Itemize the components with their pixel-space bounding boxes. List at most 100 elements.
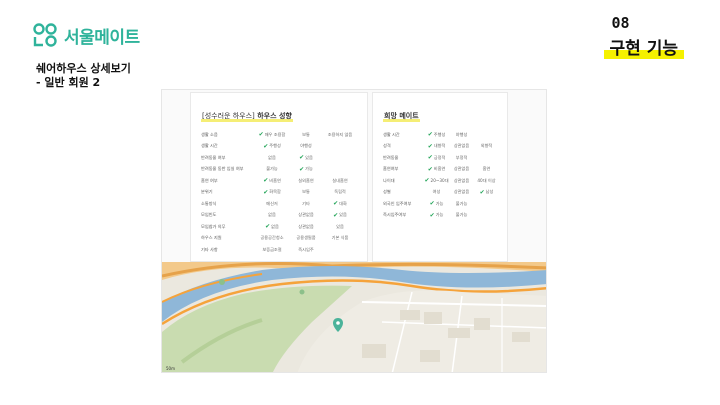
- check-icon: ✔: [299, 165, 305, 173]
- mate-pref-row: 생활 시간 ✔ 주행성 야행성: [383, 129, 499, 141]
- house-trait-option: ✔ 가능: [299, 165, 313, 173]
- mate-pref-option: 외향적: [480, 143, 493, 149]
- house-trait-row: 분위기 ✔ 화목함 보통 독립적: [201, 187, 359, 199]
- check-icon: ✔: [263, 188, 269, 196]
- house-trait-option: 독립적: [334, 189, 346, 195]
- check-icon: ✔: [427, 165, 433, 173]
- house-trait-option: 야행성: [300, 143, 312, 149]
- mate-pref-row: 즉시입주여부 ✔ 가능 불가능: [383, 210, 499, 222]
- mate-pref-row-label: 외국인 입주여부: [383, 200, 412, 206]
- mate-pref-option: 상관없음: [453, 189, 470, 195]
- mate-pref-row-label: 반려동물: [383, 154, 399, 160]
- check-icon: ✔: [333, 200, 339, 208]
- mate-pref-option: 상관없음: [453, 143, 470, 149]
- mate-pref-row: 성별 여성 상관없음 ✔ 남성: [383, 187, 499, 199]
- mate-pref-option: ✔ 남성: [479, 188, 494, 196]
- mate-pref-row-label: 성별: [383, 189, 391, 195]
- brand-name: 서울메이트: [64, 27, 140, 48]
- check-icon: ✔: [333, 211, 339, 219]
- house-trait-option: ✔ 대화: [333, 200, 347, 208]
- house-trait-option: ✔ 비흡연: [263, 177, 281, 185]
- check-icon: ✔: [427, 154, 433, 162]
- house-trait-option: 즉시입주: [298, 246, 314, 252]
- check-icon: ✔: [427, 142, 433, 150]
- house-trait-option: 보통: [302, 131, 310, 137]
- house-trait-row-label: 반려동물 동반 입실 여부: [201, 166, 244, 172]
- house-trait-option: 상관없음: [298, 212, 314, 218]
- house-trait-row-label: 분위기: [201, 189, 213, 195]
- page-heading: 쉐어하우스 상세보기 - 일반 회원 2: [36, 62, 131, 90]
- mate-pref-row: 반려동물 ✔ 긍정적 부정적: [383, 152, 499, 164]
- page-subtitle: - 일반 회원 2: [36, 76, 101, 89]
- check-icon: ✔: [424, 177, 430, 185]
- mate-pref-row-label: 성격: [383, 143, 391, 149]
- location-map[interactable]: 50m: [162, 262, 546, 372]
- house-trait-row: 흡연 여부 ✔ 비흡연 실외흡연 실내흡연: [201, 175, 359, 187]
- house-trait-panel: [성수러운 하우스] 하우스 성향 생활 소음 ✔ 매우 조용함 보통 조용하지 않음 생…: [190, 92, 368, 262]
- check-icon: ✔: [429, 211, 435, 219]
- check-icon: ✔: [429, 200, 435, 208]
- house-trait-list: 생활 소음 ✔ 매우 조용함 보통 조용하지 않음 생활 시간 ✔ 주행성 야행성 반려동물 여부…: [201, 129, 359, 256]
- house-trait-row-label: 모임참가 의무: [201, 223, 226, 229]
- mate-pref-option: 불가능: [455, 212, 468, 218]
- house-trait-row: 소통방식 메신저 기타 ✔ 대화: [201, 198, 359, 210]
- house-panel-heading: 하우스 성향: [254, 112, 292, 120]
- house-trait-option: 기본 식품: [331, 235, 349, 241]
- check-icon: ✔: [479, 188, 485, 196]
- house-trait-row-label: 소통방식: [201, 200, 217, 206]
- brand-logo: 서울메이트: [32, 22, 140, 48]
- check-icon: ✔: [263, 177, 269, 185]
- logo-mark-icon: [33, 23, 57, 47]
- house-trait-option: 있음: [336, 223, 344, 229]
- house-trait-option: ✔ 없음: [265, 223, 279, 231]
- mate-pref-row-label: 나이대: [383, 177, 395, 183]
- mate-pref-row-label: 흡연여부: [383, 166, 399, 172]
- screenshot-frame: [성수러운 하우스] 하우스 성향 생활 소음 ✔ 매우 조용함 보통 조용하지 않음 생…: [161, 89, 547, 373]
- house-trait-option: 불가능: [266, 166, 278, 172]
- mate-pref-option: ✔ 긍정적: [427, 154, 446, 162]
- mate-pref-row: 나이대 ✔ 20~30대 상관없음 40대 이상: [383, 175, 499, 187]
- mate-pref-option: ✔ 20~30대: [424, 177, 449, 185]
- house-trait-row: 생활 시간 ✔ 주행성 야행성: [201, 141, 359, 153]
- mate-pref-list: 생활 시간 ✔ 주행성 야행성 성격 ✔ 내향적 상관없음 외향적 반려동물 ✔ 긍정적 부정적 흡연여부…: [383, 129, 499, 221]
- house-trait-row-label: 생활 시간: [201, 143, 218, 149]
- house-trait-option: ✔ 있음: [333, 211, 347, 219]
- mate-pref-option: ✔ 가능: [429, 211, 444, 219]
- mate-pref-row: 흡연여부 ✔ 비흡연 상관없음 흡연: [383, 164, 499, 176]
- house-trait-option: ✔ 있음: [299, 154, 313, 162]
- house-trait-option: 메신저: [266, 200, 278, 206]
- mate-pref-row-label: 생활 시간: [383, 131, 400, 137]
- map-graphic: [162, 262, 546, 372]
- house-trait-option: 없음: [268, 154, 276, 160]
- house-trait-row: 하우스 지원 공용공간청소 공용생필품 기본 식품: [201, 233, 359, 245]
- house-trait-option: 없음: [268, 212, 276, 218]
- house-trait-option: ✔ 주행성: [263, 142, 281, 150]
- check-icon: ✔: [263, 142, 269, 150]
- mate-panel-heading: 희망 메이트: [384, 112, 419, 120]
- house-trait-row-label: 생활 소음: [201, 131, 218, 137]
- house-trait-option: 실외흡연: [298, 177, 314, 183]
- house-trait-row-label: 기타 사항: [201, 246, 218, 252]
- house-trait-option: ✔ 매우 조용함: [258, 131, 286, 139]
- house-trait-row: 반려동물 동반 입실 여부 불가능 ✔ 가능: [201, 164, 359, 176]
- mate-pref-option: 상관없음: [453, 177, 470, 183]
- house-trait-row-label: 모임빈도: [201, 212, 217, 218]
- house-trait-row: 반려동물 여부 없음 ✔ 있음: [201, 152, 359, 164]
- house-trait-row: 모임빈도 없음 상관없음 ✔ 있음: [201, 210, 359, 222]
- house-trait-option: 상관없음: [298, 223, 314, 229]
- mate-pref-option: 상관없음: [453, 166, 470, 172]
- slide-tag: 08 구현 기능: [603, 14, 684, 59]
- house-trait-row-label: 흡연 여부: [201, 177, 218, 183]
- mate-pref-option: 부정적: [455, 154, 468, 160]
- slide-number: 08: [611, 14, 630, 32]
- slide-title-text: 구현 기능: [609, 39, 678, 59]
- house-trait-option: 공용생필품: [296, 235, 316, 241]
- house-trait-row-label: 반려동물 여부: [201, 154, 226, 160]
- check-icon: ✔: [258, 131, 264, 139]
- check-icon: ✔: [265, 223, 271, 231]
- house-trait-option: 실내흡연: [332, 177, 348, 183]
- mate-pref-option: 40대 이상: [477, 177, 496, 183]
- house-trait-row-label: 하우스 지원: [201, 235, 222, 241]
- mate-panel-title: 희망 메이트: [383, 111, 420, 122]
- map-scale: 50m: [166, 366, 175, 371]
